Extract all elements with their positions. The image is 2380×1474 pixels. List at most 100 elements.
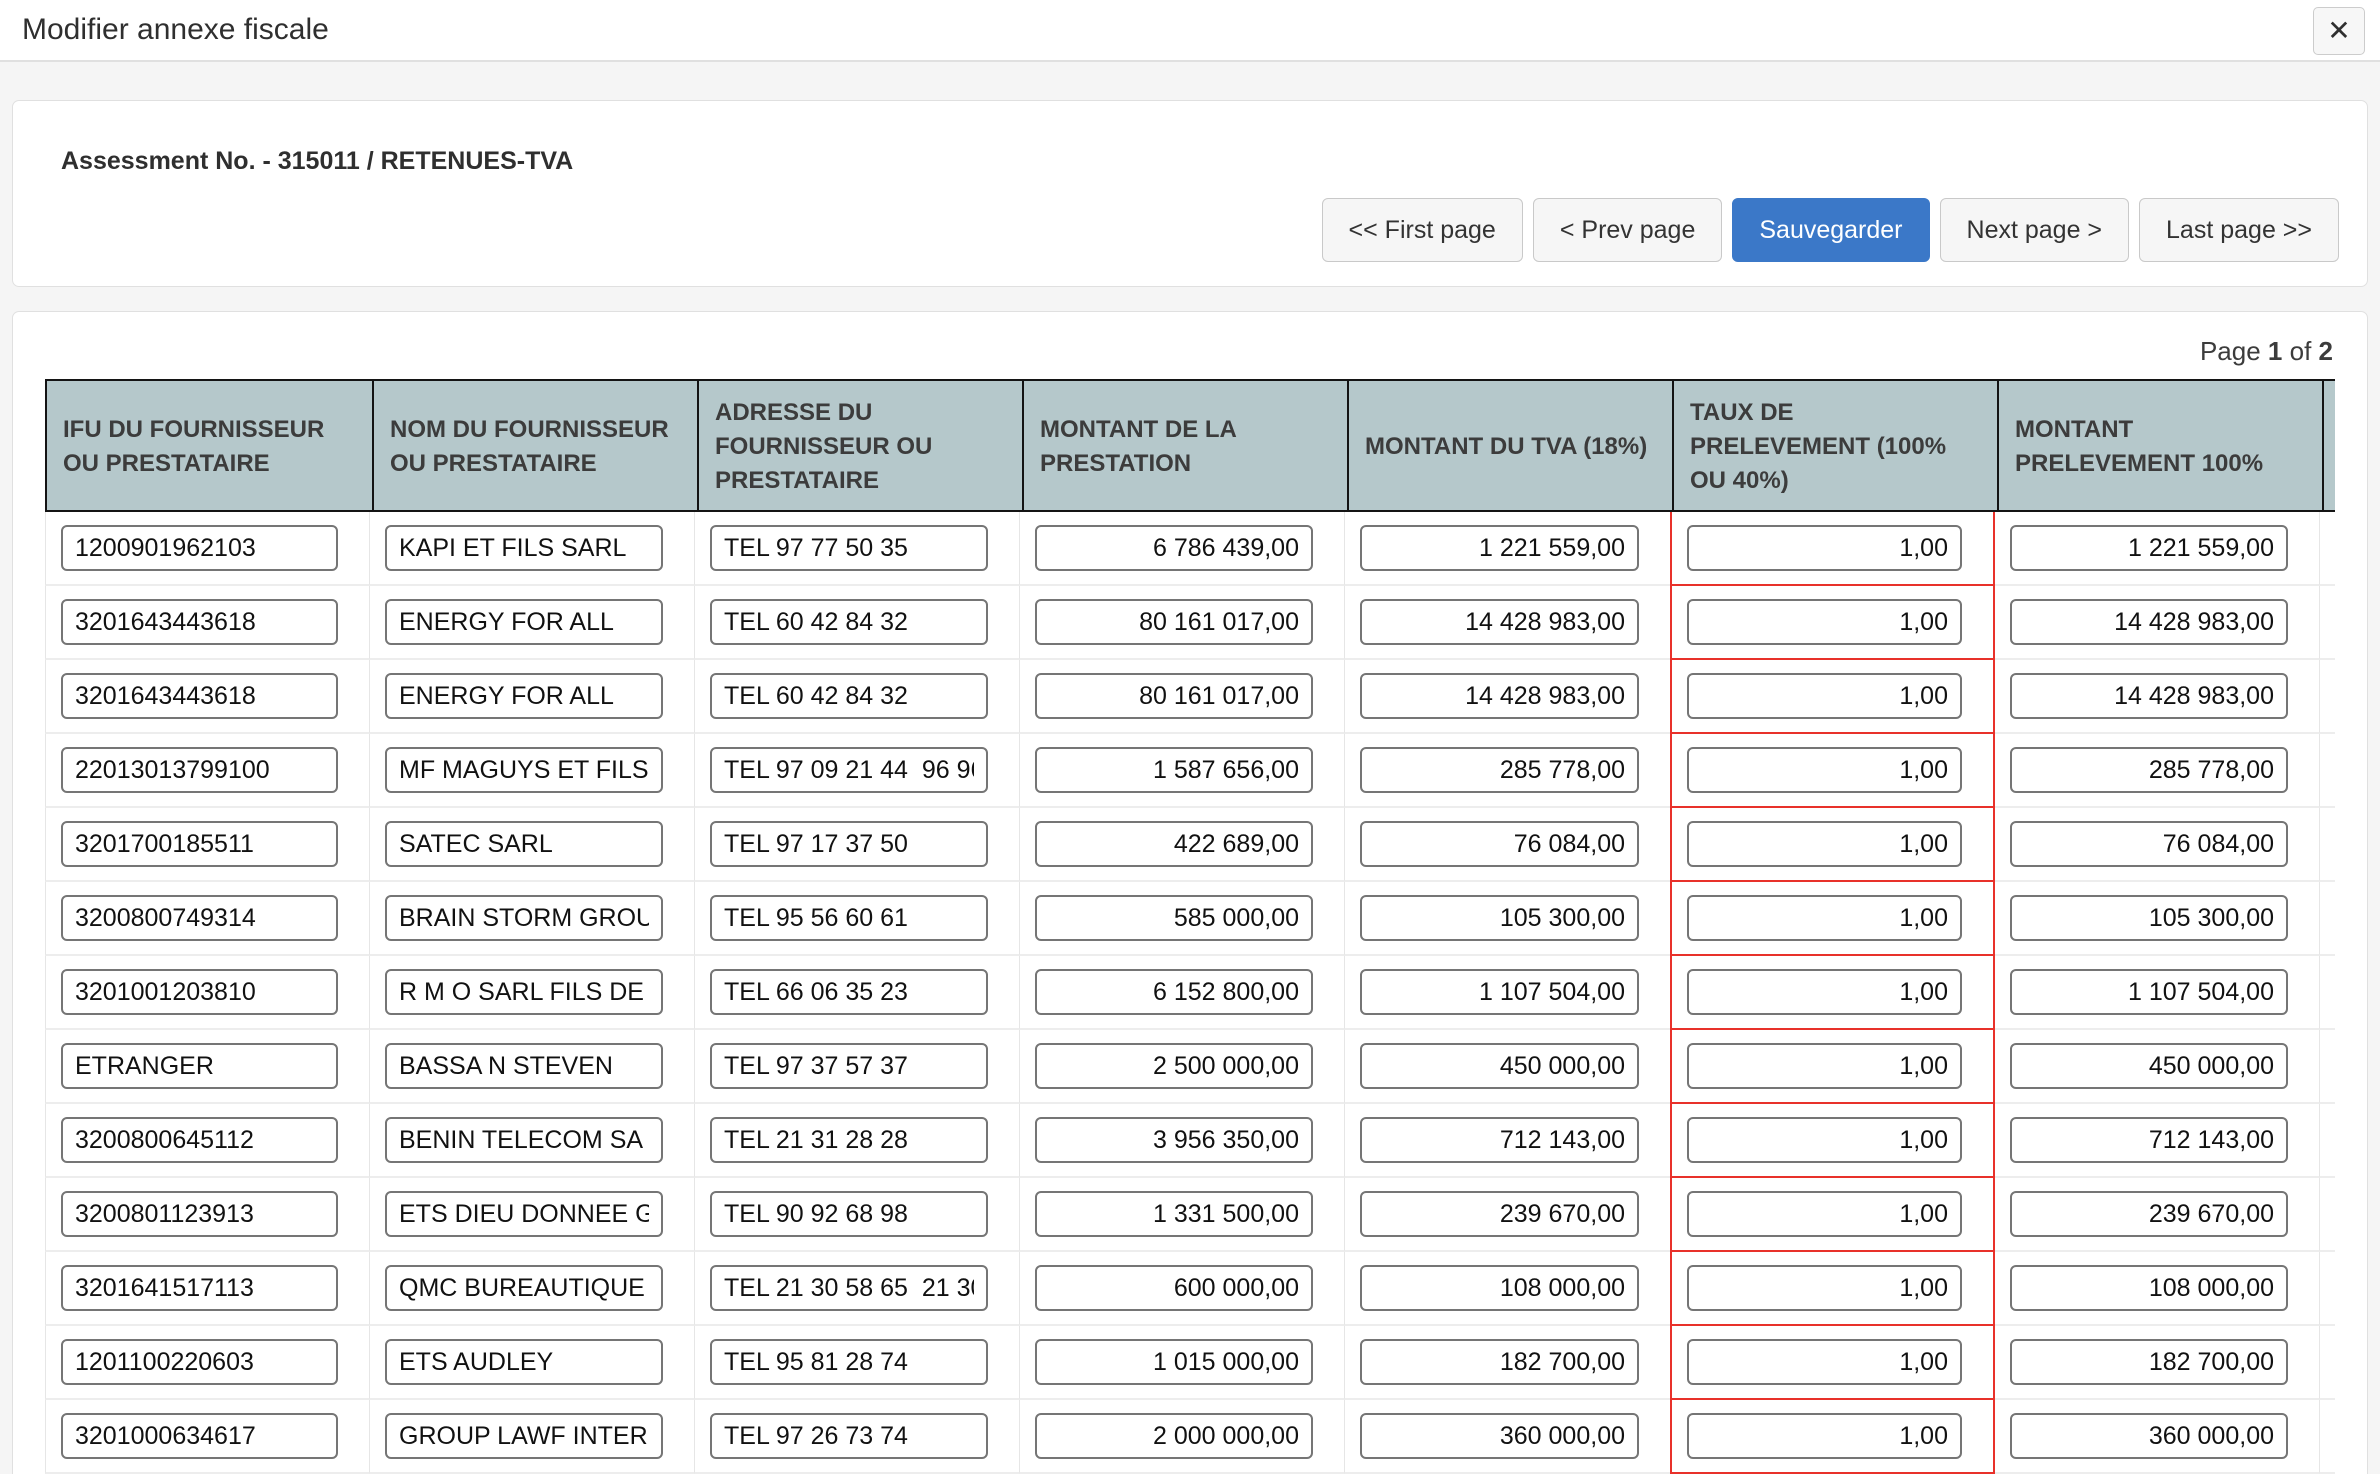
taux-prelevement-input[interactable]: [1687, 821, 1962, 867]
nom-fournisseur-input[interactable]: [385, 747, 663, 793]
taux-prelevement-input[interactable]: [1687, 1265, 1962, 1311]
montant-prestation-input[interactable]: [1035, 1043, 1313, 1089]
nom-fournisseur-input[interactable]: [385, 673, 663, 719]
taux-prelevement-input[interactable]: [1687, 1413, 1962, 1459]
montant-prelevement-input[interactable]: [2010, 1413, 2288, 1459]
prev-page-button[interactable]: < Prev page: [1533, 198, 1723, 262]
nom-fournisseur-input[interactable]: [385, 1117, 663, 1163]
adresse-input[interactable]: [710, 1117, 988, 1163]
next-page-button[interactable]: Next page >: [1940, 198, 2130, 262]
close-icon[interactable]: ✕: [2313, 7, 2365, 55]
taux-prelevement-input[interactable]: [1687, 747, 1962, 793]
montant-prestation-input[interactable]: [1035, 1339, 1313, 1385]
montant-prelevement-input[interactable]: [2010, 673, 2288, 719]
montant-prestation-input[interactable]: [1035, 599, 1313, 645]
montant-prestation-input[interactable]: [1035, 1117, 1313, 1163]
montant-tva-input[interactable]: [1360, 1265, 1639, 1311]
taux-prelevement-input[interactable]: [1687, 525, 1962, 571]
montant-prelevement-input[interactable]: [2010, 599, 2288, 645]
nom-fournisseur-input[interactable]: [385, 1339, 663, 1385]
adresse-input[interactable]: [710, 525, 988, 571]
montant-prestation-input[interactable]: [1035, 1413, 1313, 1459]
ifu-input[interactable]: [61, 969, 338, 1015]
nom-fournisseur-input[interactable]: [385, 1413, 663, 1459]
last-page-button[interactable]: Last page >>: [2139, 198, 2339, 262]
adresse-input[interactable]: [710, 1265, 988, 1311]
montant-prestation-input[interactable]: [1035, 525, 1313, 571]
montant-prelevement-input[interactable]: [2010, 1043, 2288, 1089]
montant-tva-input[interactable]: [1360, 821, 1639, 867]
nom-fournisseur-input[interactable]: [385, 895, 663, 941]
montant-prelevement-input[interactable]: [2010, 1191, 2288, 1237]
ifu-input[interactable]: [61, 1191, 338, 1237]
ifu-input[interactable]: [61, 1043, 338, 1089]
nom-fournisseur-input[interactable]: [385, 1043, 663, 1089]
montant-prelevement-input[interactable]: [2010, 525, 2288, 571]
ifu-input[interactable]: [61, 895, 338, 941]
ifu-input[interactable]: [61, 821, 338, 867]
nom-fournisseur-input[interactable]: [385, 525, 663, 571]
adresse-input[interactable]: [710, 969, 988, 1015]
montant-tva-input[interactable]: [1360, 673, 1639, 719]
ifu-input[interactable]: [61, 1117, 338, 1163]
taux-prelevement-input[interactable]: [1687, 1339, 1962, 1385]
nom-fournisseur-input[interactable]: [385, 1265, 663, 1311]
montant-tva-input[interactable]: [1360, 599, 1639, 645]
montant-prelevement-input[interactable]: [2010, 969, 2288, 1015]
adresse-input[interactable]: [710, 1043, 988, 1089]
ifu-input[interactable]: [61, 673, 338, 719]
montant-prestation-input[interactable]: [1035, 821, 1313, 867]
save-button[interactable]: Sauvegarder: [1732, 198, 1929, 262]
montant-tva-input[interactable]: [1360, 525, 1639, 571]
nom-fournisseur-input[interactable]: [385, 1191, 663, 1237]
montant-prelevement-input[interactable]: [2010, 1339, 2288, 1385]
taux-prelevement-input[interactable]: [1687, 1117, 1962, 1163]
montant-tva-input[interactable]: [1360, 895, 1639, 941]
montant-prelevement-input[interactable]: [2010, 747, 2288, 793]
ifu-input[interactable]: [61, 747, 338, 793]
montant-tva-input[interactable]: [1360, 1117, 1639, 1163]
montant-prelevement-input[interactable]: [2010, 1117, 2288, 1163]
montant-tva-input[interactable]: [1360, 969, 1639, 1015]
adresse-input[interactable]: [710, 599, 988, 645]
taux-prelevement-input[interactable]: [1687, 1043, 1962, 1089]
adresse-input[interactable]: [710, 673, 988, 719]
montant-prestation-input[interactable]: [1035, 895, 1313, 941]
montant-tva-input[interactable]: [1360, 747, 1639, 793]
montant-prestation-input[interactable]: [1035, 969, 1313, 1015]
nom-fournisseur-input[interactable]: [385, 599, 663, 645]
montant-prestation-input[interactable]: [1035, 1191, 1313, 1237]
adresse-input[interactable]: [710, 1413, 988, 1459]
montant-prelevement-input[interactable]: [2010, 895, 2288, 941]
montant-prestation-input[interactable]: [1035, 747, 1313, 793]
montant-tva-input[interactable]: [1360, 1191, 1639, 1237]
adresse-input[interactable]: [710, 747, 988, 793]
ifu-input[interactable]: [61, 1339, 338, 1385]
montant-prestation-input[interactable]: [1035, 1265, 1313, 1311]
taux-prelevement-input[interactable]: [1687, 1191, 1962, 1237]
ifu-input[interactable]: [61, 1413, 338, 1459]
montant-prelevement-input[interactable]: [2010, 821, 2288, 867]
adresse-input[interactable]: [710, 895, 988, 941]
montant-tva-input[interactable]: [1360, 1339, 1639, 1385]
adresse-input[interactable]: [710, 821, 988, 867]
montant-tva-input[interactable]: [1360, 1043, 1639, 1089]
montant-tva-input[interactable]: [1360, 1413, 1639, 1459]
ifu-input[interactable]: [61, 1265, 338, 1311]
first-page-button[interactable]: << First page: [1322, 198, 1523, 262]
taux-prelevement-input[interactable]: [1687, 673, 1962, 719]
nom-fournisseur-input[interactable]: [385, 969, 663, 1015]
taux-prelevement-input[interactable]: [1687, 969, 1962, 1015]
page-indicator: Page 1 of 2: [45, 336, 2333, 367]
montant-prestation-input[interactable]: [1035, 673, 1313, 719]
col-header-clipped: [2322, 381, 2335, 510]
modal-header: Modifier annexe fiscale ✕: [0, 0, 2380, 62]
adresse-input[interactable]: [710, 1339, 988, 1385]
ifu-input[interactable]: [61, 599, 338, 645]
ifu-input[interactable]: [61, 525, 338, 571]
nom-fournisseur-input[interactable]: [385, 821, 663, 867]
taux-prelevement-input[interactable]: [1687, 895, 1962, 941]
montant-prelevement-input[interactable]: [2010, 1265, 2288, 1311]
taux-prelevement-input[interactable]: [1687, 599, 1962, 645]
adresse-input[interactable]: [710, 1191, 988, 1237]
